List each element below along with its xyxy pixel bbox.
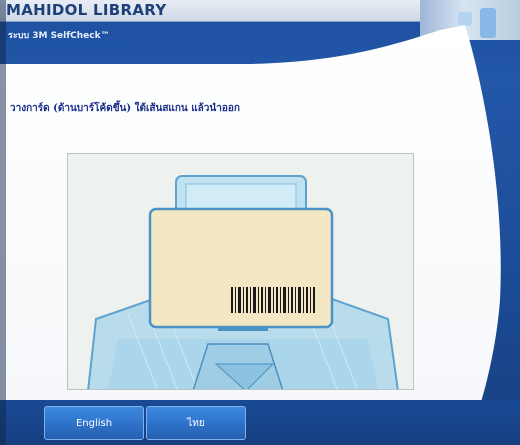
english-language-button[interactable]: English [44, 406, 144, 440]
screen-bezel [0, 0, 6, 445]
thai-language-button[interactable]: ไทย [146, 406, 246, 440]
instruction-text: วางการ์ด (ด้านบาร์โค้ดขึ้น) ใต้เส้นสแกน … [10, 103, 240, 114]
card-barcode-scanner-icon [87, 175, 399, 389]
card-scan-illustration [67, 153, 414, 390]
kiosk-screen: MAHIDOL LIBRARY ระบบ 3M SelfCheck™ วางกา… [0, 0, 520, 445]
